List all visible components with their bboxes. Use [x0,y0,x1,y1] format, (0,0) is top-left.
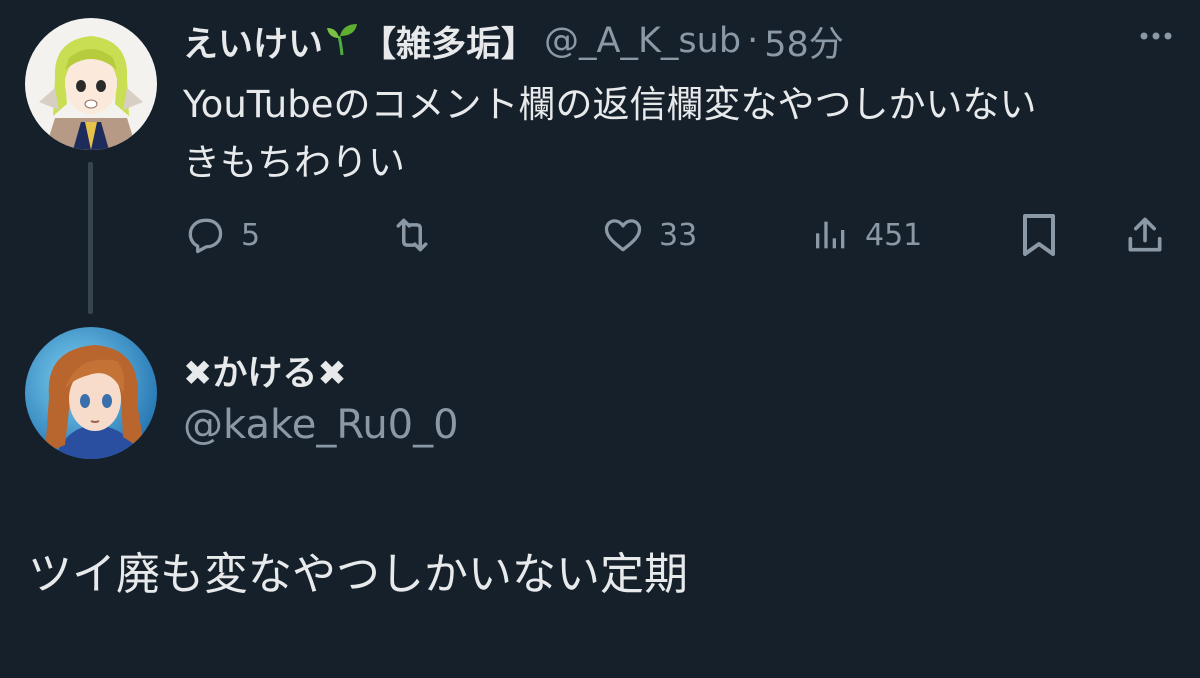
user-handle[interactable]: @_A_K_sub [544,21,741,61]
tweet-text-line: YouTubeのコメント欄の返信欄変なやつしかいない [183,83,1037,126]
analytics-bars-icon [816,221,845,249]
like-count: 33 [659,217,698,253]
separator-dot: · [747,21,759,61]
tweet-text: YouTubeのコメント欄の返信欄変なやつしかいない きもちわりい [183,76,1183,192]
timestamp[interactable]: 58分 [764,16,844,67]
display-name[interactable]: えいけい [183,16,323,67]
tweet-header: えいけい 【雑多垢】 @_A_K_sub · 58分 [183,16,1180,66]
reply-icon [188,218,223,254]
views-button[interactable]: 451 [811,205,922,265]
reply-button[interactable]: 5 [183,205,260,265]
tweet-action-bar: 5 33 451 [183,205,1173,265]
reply-display-name[interactable]: ✖かける✖ [183,345,347,395]
thread-connector-line [88,162,93,314]
heart-icon [604,219,642,252]
retweet-button[interactable] [388,205,450,265]
reply-user-handle[interactable]: @kake_Ru0_0 [183,400,459,450]
display-name-tag[interactable]: 【雑多垢】 [361,16,536,67]
retweet-icon [396,218,428,252]
share-button[interactable] [1123,205,1167,265]
reply-count: 5 [241,217,261,253]
seedling-emoji-icon [325,22,359,60]
avatar[interactable] [25,18,157,150]
like-button[interactable]: 33 [601,205,697,265]
more-options-icon[interactable] [1134,14,1178,58]
share-upload-icon [1128,217,1162,252]
bookmark-button[interactable] [1019,205,1059,265]
avatar[interactable] [25,327,157,459]
reply-text: ツイ廃も変なやつしかいない定期 [28,549,688,600]
tweet-text-line: きもちわりい [183,141,405,184]
views-count: 451 [865,217,923,253]
bookmark-icon [1023,214,1055,256]
